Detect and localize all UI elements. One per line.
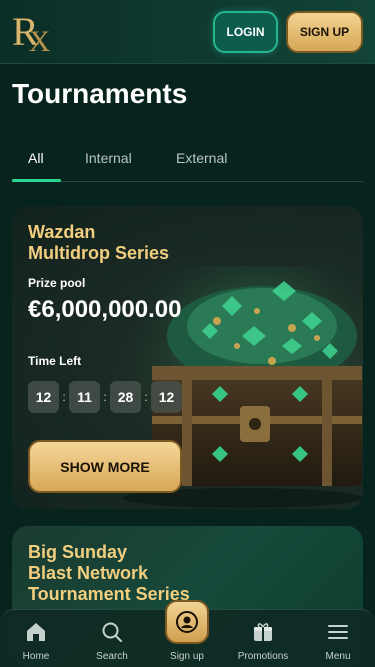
tournament-tabs: All Internal External bbox=[12, 138, 363, 182]
tab-all[interactable]: All bbox=[28, 150, 44, 166]
tournament-title: Wazdan Multidrop Series bbox=[28, 222, 268, 264]
logo-mark: X bbox=[28, 25, 51, 58]
signup-button[interactable]: SIGN UP bbox=[286, 11, 363, 53]
nav-label: Promotions bbox=[237, 651, 289, 662]
menu-icon bbox=[328, 625, 348, 639]
nav-label: Search bbox=[96, 651, 128, 662]
countdown-timer: 12 : 11 : 28 : 12 bbox=[28, 381, 182, 413]
brand-logo[interactable]: RX bbox=[12, 10, 52, 59]
nav-label: Home bbox=[22, 651, 50, 662]
timer-hours: 11 bbox=[69, 381, 100, 413]
tab-external[interactable]: External bbox=[176, 150, 227, 166]
nav-search[interactable]: Search bbox=[82, 610, 142, 667]
tournament-title: Big Sunday Blast Network Tournament Seri… bbox=[28, 542, 328, 605]
search-icon bbox=[102, 622, 122, 642]
user-icon bbox=[176, 611, 198, 633]
timer-days: 12 bbox=[28, 381, 59, 413]
show-more-button[interactable]: SHOW MORE bbox=[28, 440, 182, 493]
tournament-card[interactable]: Wazdan Multidrop Series Prize pool €6,00… bbox=[12, 206, 363, 509]
timer-separator: : bbox=[62, 390, 66, 404]
tab-internal[interactable]: Internal bbox=[85, 150, 132, 166]
home-icon bbox=[27, 623, 45, 641]
time-left-label: Time Left bbox=[28, 354, 82, 368]
title-line: Wazdan bbox=[28, 222, 96, 242]
active-tab-indicator bbox=[12, 179, 61, 182]
timer-minutes: 28 bbox=[110, 381, 141, 413]
nav-label: Menu bbox=[325, 651, 351, 662]
login-button[interactable]: LOGIN bbox=[213, 11, 278, 53]
prize-pool-value: €6,000,000.00 bbox=[28, 296, 182, 323]
prize-pool-label: Prize pool bbox=[28, 276, 86, 290]
timer-separator: : bbox=[144, 390, 148, 404]
nav-label: Sign up bbox=[170, 651, 204, 662]
page-title: Tournaments bbox=[12, 78, 188, 109]
nav-promotions[interactable]: Promotions bbox=[233, 610, 293, 667]
timer-seconds: 12 bbox=[151, 381, 182, 413]
title-line: Big Sunday bbox=[28, 542, 128, 562]
title-line: Multidrop Series bbox=[28, 243, 170, 263]
timer-separator: : bbox=[103, 390, 107, 404]
top-header: RX LOGIN SIGN UP bbox=[0, 0, 375, 64]
nav-signup-button[interactable] bbox=[165, 600, 209, 644]
gift-icon bbox=[254, 623, 272, 641]
title-line: Blast Network bbox=[28, 563, 149, 583]
nav-home[interactable]: Home bbox=[6, 610, 66, 667]
nav-menu[interactable]: Menu bbox=[308, 610, 368, 667]
